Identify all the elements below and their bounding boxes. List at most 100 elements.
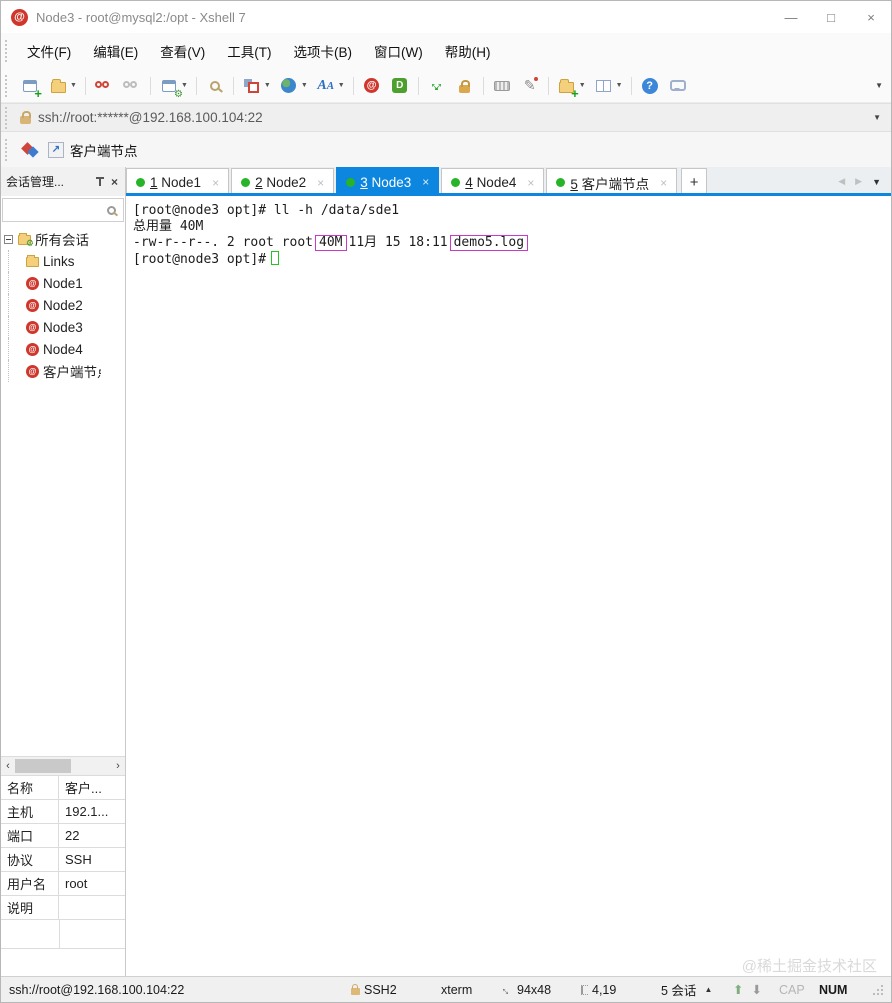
font-dropdown[interactable]: ▼ xyxy=(338,82,345,89)
terminal-screen[interactable]: [root@node3 opt]# ll -h /data/sde1 总用量 4… xyxy=(126,196,891,976)
scroll-left-icon[interactable]: ‹ xyxy=(1,760,15,772)
layout-panes-dropdown[interactable]: ▼ xyxy=(616,82,623,89)
open-folder-icon xyxy=(48,76,68,96)
xshell-snail-icon xyxy=(362,76,382,96)
session-search-box[interactable] xyxy=(2,198,124,222)
tree-label: Node3 xyxy=(43,319,83,335)
tab-client-node[interactable]: 5 客户端节点 × xyxy=(546,168,678,196)
arrange-windows-dropdown[interactable]: ▼ xyxy=(264,82,271,89)
new-session-button[interactable]: + xyxy=(17,73,43,100)
menu-tab[interactable]: 选项卡(B) xyxy=(283,36,364,66)
session-icon xyxy=(26,320,39,334)
globe-icon xyxy=(279,76,299,96)
session-count-dropdown-icon: ▲ xyxy=(704,985,713,994)
addressbar-drag-handle[interactable] xyxy=(5,106,11,129)
menu-file[interactable]: 文件(F) xyxy=(16,36,82,66)
tree-item-node2[interactable]: Node2 xyxy=(1,294,125,316)
quicklaunch-drag-handle[interactable] xyxy=(5,138,11,161)
prop-value: 22 xyxy=(65,828,80,843)
prop-row-name: 名称 客户... xyxy=(1,776,125,800)
reconnect-button[interactable] xyxy=(119,73,145,99)
font-button[interactable]: ▼ xyxy=(313,73,348,99)
session-search-input[interactable] xyxy=(3,200,107,220)
layout-panes-button[interactable]: ▼ xyxy=(591,73,626,99)
web-browser-dropdown[interactable]: ▼ xyxy=(301,82,308,89)
open-sessions-dropdown[interactable]: ▼ xyxy=(70,82,77,89)
help-button[interactable] xyxy=(637,73,663,99)
menu-tools[interactable]: 工具(T) xyxy=(216,36,282,66)
scroll-jump-controls: ⬆ ⬇ xyxy=(733,982,779,997)
xshell-home-button[interactable] xyxy=(359,73,385,99)
tab-node1[interactable]: 1 Node1 × xyxy=(126,168,230,196)
scrollbar-thumb[interactable] xyxy=(15,759,71,773)
jump-up-icon[interactable]: ⬆ xyxy=(733,982,743,997)
sidebar-close-button[interactable]: × xyxy=(109,175,120,189)
tab-scroll-left-icon[interactable]: ◀ xyxy=(838,176,845,187)
tree-label: Node2 xyxy=(43,297,83,313)
session-properties-button[interactable]: ⚙ ▼ xyxy=(156,73,191,100)
quick-launch-session[interactable]: 客户端节点 xyxy=(70,140,138,160)
arrange-windows-button[interactable]: ▼ xyxy=(239,73,274,99)
tab-node4[interactable]: 4 Node4 × xyxy=(441,168,545,196)
virtual-keyboard-button[interactable] xyxy=(489,73,515,99)
find-button[interactable] xyxy=(202,73,228,99)
tab-node3-active[interactable]: 3 Node3 × xyxy=(336,167,440,196)
tree-item-links[interactable]: Links xyxy=(1,250,125,272)
tree-root-all-sessions[interactable]: 所有会话 xyxy=(1,228,125,250)
minimize-button[interactable]: — xyxy=(771,2,811,32)
tree-item-client-node[interactable]: 客户端节点 xyxy=(1,360,125,382)
resize-grip[interactable] xyxy=(873,984,883,995)
menu-help[interactable]: 帮助(H) xyxy=(434,36,502,66)
jump-down-icon[interactable]: ⬇ xyxy=(751,982,761,997)
disconnect-button[interactable] xyxy=(91,73,117,99)
tree-item-node4[interactable]: Node4 xyxy=(1,338,125,360)
collapse-icon[interactable] xyxy=(4,234,13,244)
address-dropdown-icon[interactable]: ▼ xyxy=(863,113,891,122)
tab-close-icon[interactable]: × xyxy=(212,176,219,190)
tree-item-node1[interactable]: Node1 xyxy=(1,272,125,294)
new-session-folder-dropdown[interactable]: ▼ xyxy=(579,82,586,89)
tree-item-node3[interactable]: Node3 xyxy=(1,316,125,338)
toolbar-drag-handle[interactable] xyxy=(5,74,11,97)
reconnect-icon xyxy=(122,76,142,96)
prop-row-username: 用户名 root xyxy=(1,872,125,896)
tab-label: 客户端节点 xyxy=(581,176,650,192)
close-button[interactable]: × xyxy=(851,2,891,32)
tab-list-dropdown-icon[interactable]: ▼ xyxy=(872,177,881,187)
tab-close-icon[interactable]: × xyxy=(660,176,667,190)
fullscreen-button[interactable] xyxy=(424,73,450,99)
tab-scroll-right-icon[interactable]: ▶ xyxy=(855,176,862,187)
new-tab-button[interactable]: + xyxy=(681,168,708,196)
menu-view[interactable]: 查看(V) xyxy=(149,36,216,66)
tab-node2[interactable]: 2 Node2 × xyxy=(231,168,335,196)
pin-icon[interactable] xyxy=(95,176,105,187)
xftp-transfer-button[interactable] xyxy=(387,73,413,99)
tab-close-icon[interactable]: × xyxy=(527,176,534,190)
tab-label: Node4 xyxy=(476,175,517,190)
maximize-button[interactable]: □ xyxy=(811,2,851,32)
tab-close-icon[interactable]: × xyxy=(317,176,324,190)
menu-edit[interactable]: 编辑(E) xyxy=(82,36,149,66)
new-session-folder-button[interactable]: + ▼ xyxy=(554,73,589,100)
session-icon xyxy=(26,364,39,378)
address-url-field[interactable]: ssh://root:******@192.168.100.104:22 xyxy=(38,110,863,125)
lock-screen-button[interactable] xyxy=(452,73,478,99)
tree-label: 所有会话 xyxy=(35,233,89,248)
menubar-drag-handle[interactable] xyxy=(5,40,11,62)
web-browser-button[interactable]: ▼ xyxy=(276,73,311,99)
toolbar-overflow-button[interactable]: ▼ xyxy=(875,81,891,90)
scroll-right-icon[interactable]: › xyxy=(111,760,125,772)
compose-button[interactable] xyxy=(517,73,543,99)
tab-close-icon[interactable]: × xyxy=(422,175,429,189)
sidebar-horizontal-scrollbar[interactable]: ‹ › xyxy=(1,756,125,776)
feedback-button[interactable] xyxy=(665,73,691,99)
tree-label: Node1 xyxy=(43,275,83,291)
session-shortcut-icon[interactable] xyxy=(48,141,64,158)
new-session-icon: + xyxy=(20,76,42,100)
menu-window[interactable]: 窗口(W) xyxy=(363,36,434,66)
toolbar-separator xyxy=(195,76,197,95)
feedback-bubble-icon xyxy=(668,76,688,96)
xshell-window: Node3 - root@mysql2:/opt - Xshell 7 — □ … xyxy=(0,0,892,1003)
session-count-dropdown[interactable]: 5 会话 ▲ xyxy=(661,980,733,999)
open-sessions-button[interactable]: ▼ xyxy=(45,73,80,99)
